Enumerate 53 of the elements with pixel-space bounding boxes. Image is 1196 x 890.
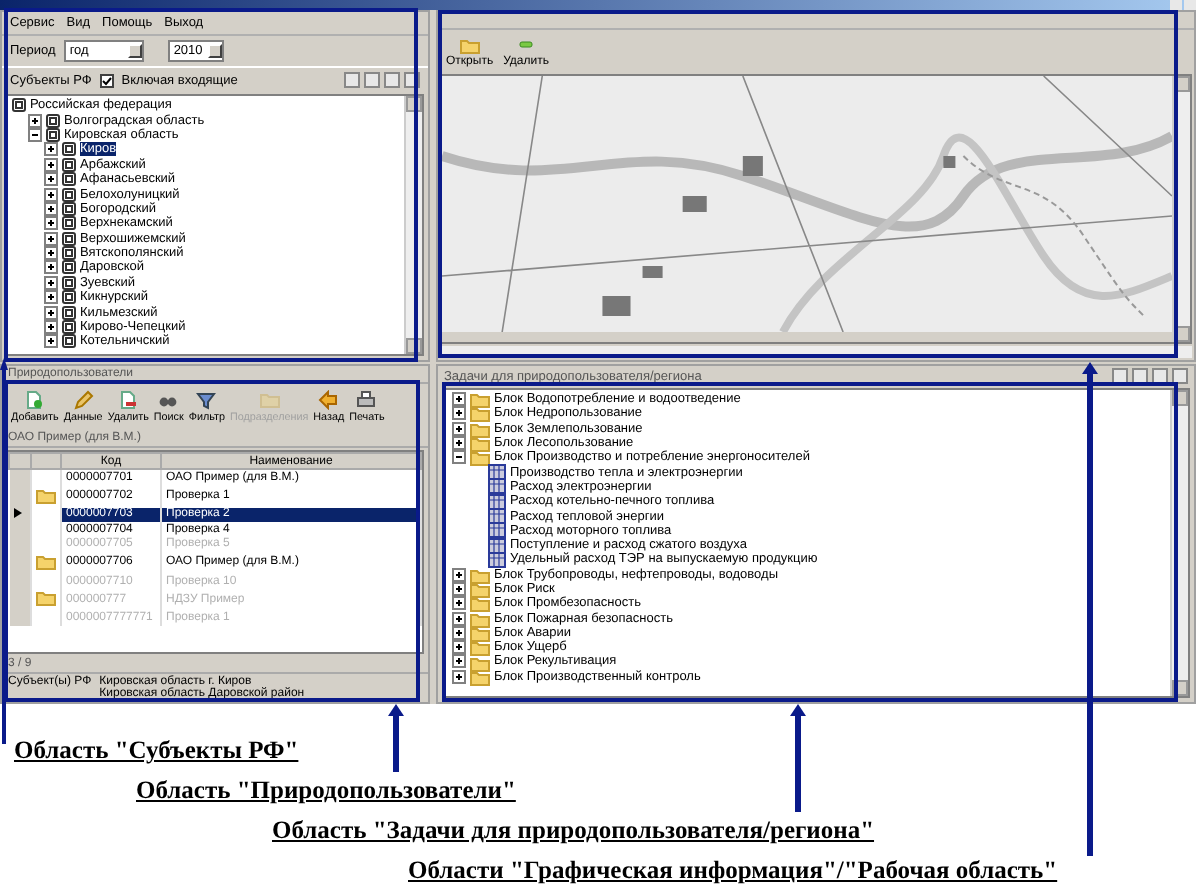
expand-icon[interactable] [44, 172, 58, 187]
expand-icon[interactable] [452, 436, 466, 451]
collapse-icon[interactable] [452, 450, 466, 465]
expand-icon[interactable] [452, 421, 466, 436]
expand-icon[interactable] [452, 582, 466, 596]
expand-icon[interactable] [44, 216, 58, 231]
table-icon [488, 464, 506, 481]
checkbox[interactable] [99, 73, 114, 87]
annotation-arrow [388, 704, 404, 772]
funnel-icon [196, 390, 217, 410]
annotation-label: Область "Задачи для природопользователя/региона" [272, 814, 875, 848]
expand-icon[interactable] [44, 201, 58, 216]
table-icon [488, 493, 506, 510]
table-icon [488, 551, 506, 568]
expand-icon[interactable] [44, 290, 58, 305]
folder-icon [259, 390, 280, 410]
annotation-label: Область "Субъекты РФ" [14, 734, 299, 768]
expand-icon[interactable] [44, 142, 58, 157]
annotation-label: Области "Графическая информация"/"Рабочая область" [408, 854, 1058, 888]
expand-icon[interactable] [44, 260, 58, 275]
expand-icon[interactable] [44, 246, 58, 261]
document-icon [24, 390, 45, 410]
expand-icon[interactable] [452, 392, 466, 407]
expand-icon[interactable] [44, 157, 58, 172]
expand-icon[interactable] [452, 596, 466, 611]
expand-icon[interactable] [452, 567, 466, 582]
expand-icon[interactable] [452, 669, 466, 684]
annotation-label: Область "Природопользователи" [136, 774, 516, 808]
annotation-arrow [790, 704, 806, 812]
expand-icon[interactable] [452, 625, 466, 640]
arrow-left-icon [318, 390, 339, 410]
expand-icon[interactable] [44, 187, 58, 202]
expand-icon[interactable] [44, 305, 58, 320]
pencil-icon [73, 390, 94, 410]
expand-icon[interactable] [44, 320, 58, 335]
expand-icon[interactable] [452, 640, 466, 655]
printer-icon [356, 390, 377, 410]
row-pointer-icon [13, 507, 21, 518]
document-icon [118, 390, 139, 410]
expand-icon[interactable] [452, 406, 466, 421]
expand-icon[interactable] [452, 654, 466, 669]
expand-icon[interactable] [44, 334, 58, 349]
expand-icon[interactable] [44, 231, 58, 246]
minus-icon [516, 36, 537, 54]
table-icon [488, 478, 506, 495]
table-icon [488, 537, 506, 554]
folder-icon [459, 36, 480, 54]
table-icon [488, 508, 506, 525]
expand-icon[interactable] [44, 275, 58, 290]
collapse-icon[interactable] [28, 127, 42, 142]
expand-icon[interactable] [28, 113, 42, 128]
table-icon [488, 522, 506, 539]
expand-icon[interactable] [452, 611, 466, 626]
